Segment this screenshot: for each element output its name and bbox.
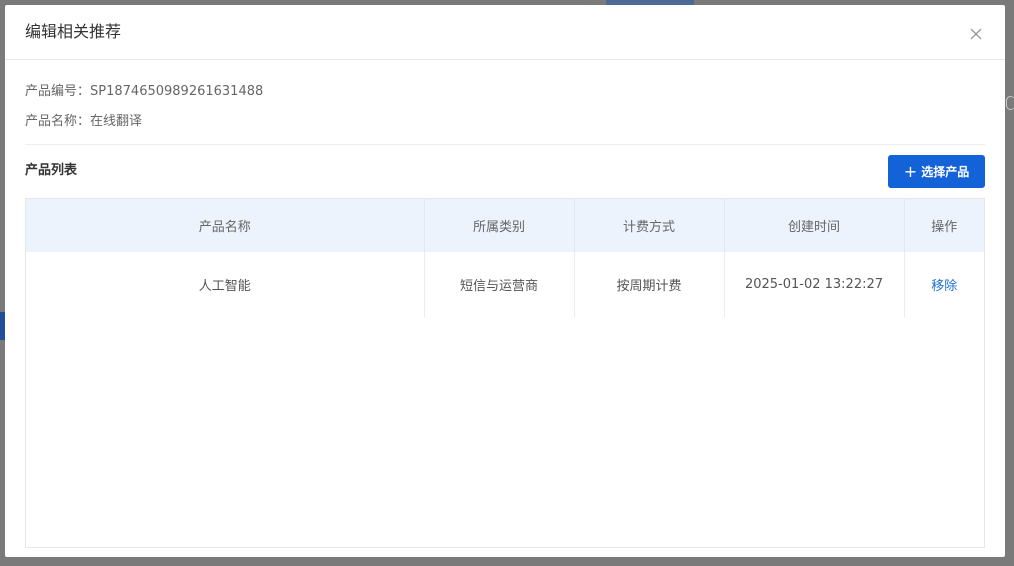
column-header-billing: 计费方式 — [574, 199, 725, 252]
product-table: 产品名称 所属类别 计费方式 创建时间 操作 人工智能 短信与运营商 按周期计费… — [25, 198, 985, 548]
product-name-label: 产品名称： — [25, 114, 91, 129]
dialog-title: 编辑相关推荐 — [25, 22, 122, 41]
select-product-button[interactable]: + 选择产品 — [888, 155, 985, 188]
cell-category: 短信与运营商 — [424, 252, 575, 317]
product-name-row: 产品名称：在线翻译 — [25, 113, 142, 131]
column-header-category: 所属类别 — [424, 199, 575, 252]
column-header-name: 产品名称 — [26, 199, 425, 252]
column-header-created: 创建时间 — [724, 199, 905, 252]
close-icon[interactable] — [967, 25, 985, 43]
dialog-header: 编辑相关推荐 — [5, 5, 1005, 60]
product-id-value: SP1874650989261631488 — [90, 84, 264, 99]
product-name-value: 在线翻译 — [90, 114, 143, 129]
background-info-icon — [1006, 96, 1014, 110]
product-id-label: 产品编号： — [25, 84, 91, 99]
table-row: 人工智能 短信与运营商 按周期计费 2025-01-02 13:22:27 移除 — [26, 252, 984, 317]
edit-recommendations-dialog: 编辑相关推荐 产品编号：SP1874650989261631488 产品名称：在… — [5, 5, 1005, 557]
remove-link[interactable]: 移除 — [931, 279, 957, 294]
cell-action: 移除 — [904, 252, 984, 317]
table-header-row: 产品名称 所属类别 计费方式 创建时间 操作 — [26, 199, 984, 252]
section-divider — [25, 144, 985, 145]
product-id-row: 产品编号：SP1874650989261631488 — [25, 83, 263, 101]
cell-created: 2025-01-02 13:22:27 — [724, 252, 905, 317]
plus-icon: + — [903, 161, 918, 181]
select-product-label: 选择产品 — [921, 165, 970, 179]
product-list-title: 产品列表 — [25, 163, 78, 178]
cell-product-name: 人工智能 — [26, 252, 425, 317]
column-header-action: 操作 — [904, 199, 984, 252]
cell-billing: 按周期计费 — [574, 252, 725, 317]
